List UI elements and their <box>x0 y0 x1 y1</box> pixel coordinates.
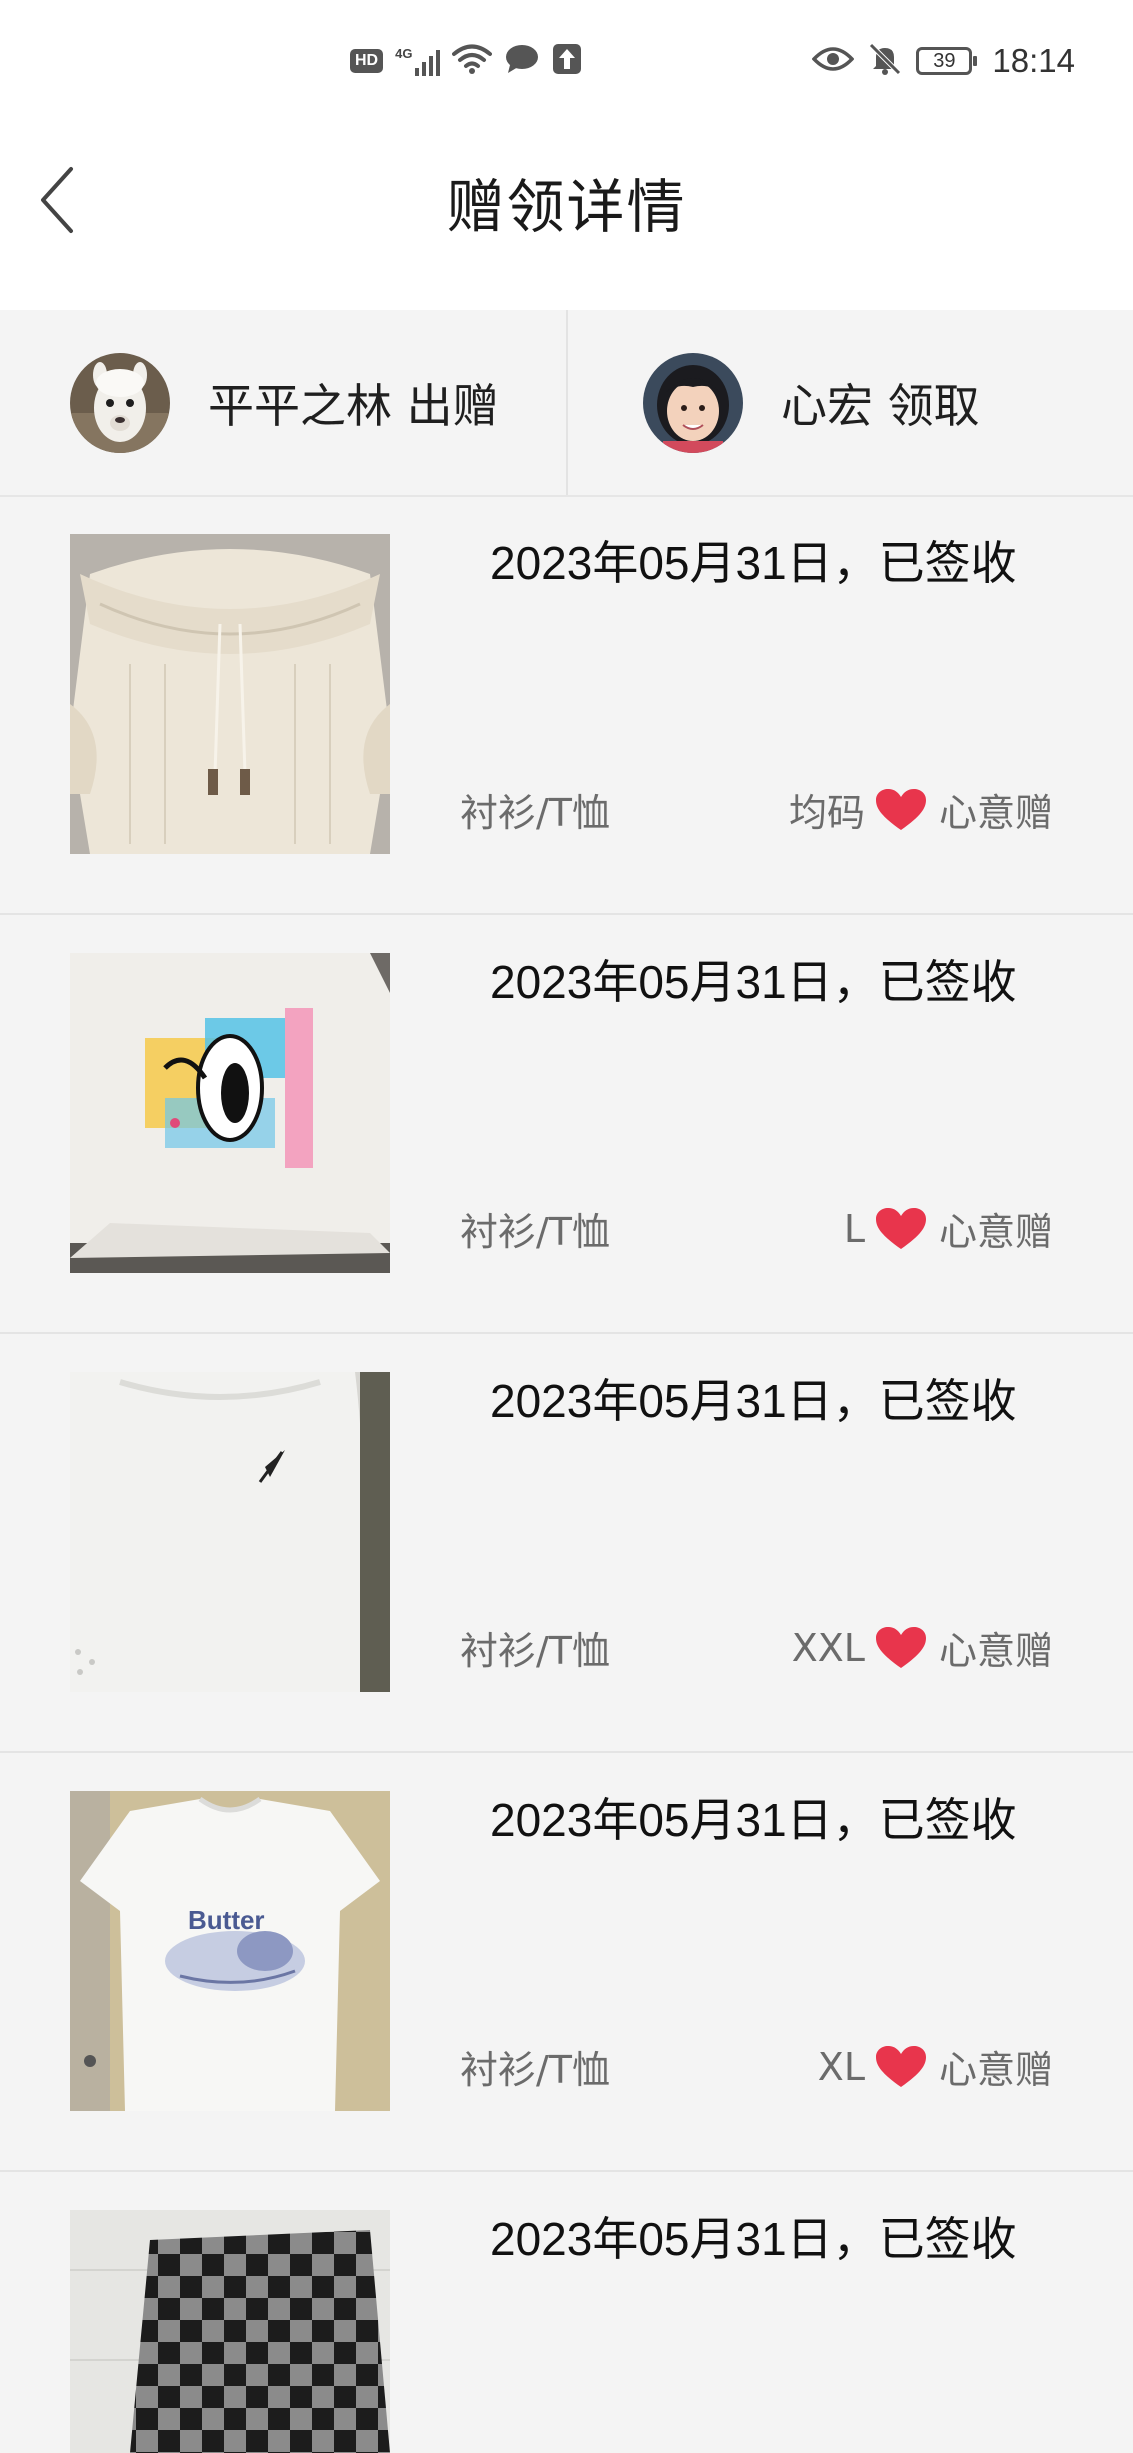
heart-icon <box>875 788 927 832</box>
battery-icon: 39 <box>916 47 978 75</box>
wifi-icon <box>452 43 493 79</box>
heart-icon <box>875 1207 927 1251</box>
hd-icon: HD <box>350 49 384 73</box>
battery-level: 39 <box>933 49 956 72</box>
gift-item[interactable]: 2023年05月31日，已签收 衬衫/T恤 L 心意赠 <box>0 916 1133 1334</box>
signal-4g-icon: 4G <box>395 46 441 76</box>
item-date-status: 2023年05月31日，已签收 <box>490 1375 1017 1427</box>
network-type-label: 4G <box>395 46 413 61</box>
status-time: 18:14 <box>992 42 1075 79</box>
item-meta: L 心意赠 <box>844 1201 1053 1256</box>
item-size: XXL <box>791 1625 865 1670</box>
gift-item[interactable]: 2023年05月31日，已签收 衬衫/T恤 XXL 心意赠 <box>0 1335 1133 1753</box>
message-icon <box>504 43 540 79</box>
status-bar: HD 4G 39 18:14 <box>0 0 1133 130</box>
giver-label: 平平之林 出赠 <box>208 378 499 433</box>
gift-item[interactable]: 2023年05月31日，已签收 <box>0 2173 1133 2453</box>
item-meta: 均码 心意赠 <box>789 782 1053 837</box>
gift-parties: 平平之林 出赠 心宏 领取 <box>0 310 1133 497</box>
gift-type-label: 心意赠 <box>938 791 1053 835</box>
nav-header: 赠领详情 <box>0 130 1133 310</box>
item-meta: XXL 心意赠 <box>792 1620 1053 1675</box>
heart-icon <box>875 2045 927 2089</box>
item-meta: XL 心意赠 <box>818 2039 1053 2094</box>
giver-profile[interactable]: 平平之林 出赠 <box>0 310 566 495</box>
upload-icon <box>552 43 582 79</box>
item-date-status: 2023年05月31日，已签收 <box>490 2213 1017 2265</box>
heart-icon <box>875 1626 927 1670</box>
item-size: XL <box>817 2044 865 2089</box>
giver-avatar <box>70 352 170 453</box>
status-left-icons: HD 4G <box>350 40 582 82</box>
item-photo-graphic-tee <box>70 953 390 1273</box>
status-right-icons: 39 18:14 <box>811 40 1075 82</box>
item-date-status: 2023年05月31日，已签收 <box>490 956 1017 1008</box>
item-photo-white-tee <box>70 1372 390 1692</box>
item-date-status: 2023年05月31日，已签收 <box>490 1794 1017 1846</box>
receiver-profile[interactable]: 心宏 领取 <box>566 310 1132 495</box>
page-title: 赠领详情 <box>446 173 687 241</box>
item-category: 衬衫/T恤 <box>460 2048 611 2092</box>
item-size: L <box>843 1206 865 1251</box>
receiver-avatar <box>643 352 743 453</box>
receiver-label: 心宏 领取 <box>781 378 980 433</box>
gift-item[interactable]: Butter 2023年05月31日，已签收 衬衫/T恤 XL 心意赠 <box>0 1754 1133 2172</box>
gift-type-label: 心意赠 <box>938 2048 1053 2092</box>
butter-print-text: Butter <box>188 1905 265 1935</box>
item-category: 衬衫/T恤 <box>460 791 611 835</box>
gift-type-label: 心意赠 <box>938 1629 1053 1673</box>
eye-icon <box>811 45 855 77</box>
gift-item[interactable]: 2023年05月31日，已签收 衬衫/T恤 均码 心意赠 <box>0 497 1133 915</box>
item-date-status: 2023年05月31日，已签收 <box>490 537 1017 589</box>
mute-bell-icon <box>868 42 902 80</box>
item-category: 衬衫/T恤 <box>460 1629 611 1673</box>
item-photo-blouse <box>70 534 390 854</box>
item-size: 均码 <box>788 791 865 835</box>
item-category: 衬衫/T恤 <box>460 1210 611 1254</box>
item-photo-butter-tee: Butter <box>70 1791 390 2111</box>
item-photo-plaid-pants <box>70 2210 390 2453</box>
gift-type-label: 心意赠 <box>938 1210 1053 1254</box>
